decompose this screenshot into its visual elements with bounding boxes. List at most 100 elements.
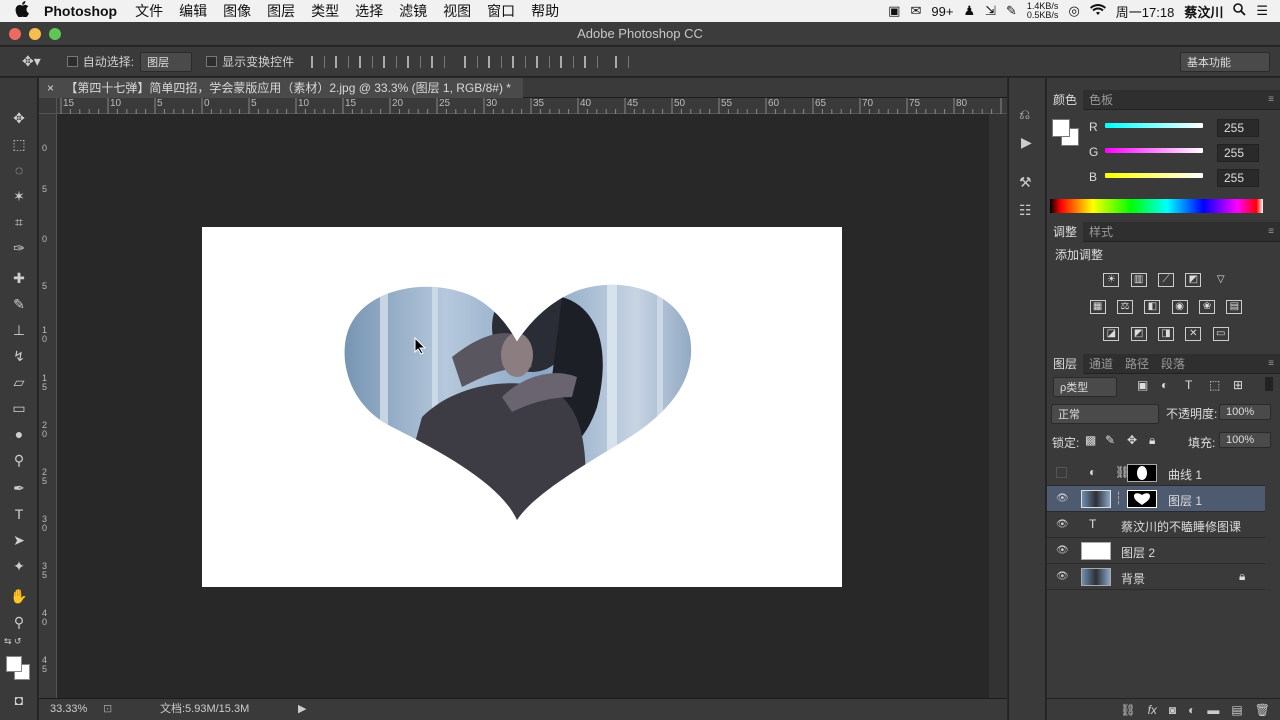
foreground-color-swatch[interactable]	[6, 656, 22, 672]
align-left-icon[interactable]	[383, 55, 398, 68]
align-hcenter-icon[interactable]	[407, 55, 422, 68]
eyedropper-tool-icon[interactable]: ✑	[8, 238, 30, 258]
workspace-dropdown[interactable]: 基本功能	[1180, 51, 1270, 72]
tool-presets-icon[interactable]: ⚒	[1019, 174, 1032, 191]
filter-smart-icon[interactable]: ⊞	[1233, 378, 1243, 392]
history-panel-icon[interactable]: ⎌	[1019, 106, 1030, 123]
status-menu-arrow-icon[interactable]: ▶	[298, 699, 306, 720]
photo-filter-icon[interactable]: ◉	[1171, 300, 1188, 314]
wifi-icon[interactable]	[1089, 3, 1106, 19]
align-right-icon[interactable]	[431, 55, 446, 68]
vibrance-icon[interactable]: ▽	[1213, 274, 1229, 288]
brush-tool-icon[interactable]: ✎	[8, 294, 30, 314]
tab-paragraph[interactable]: 段落	[1155, 355, 1191, 372]
posterize-icon[interactable]: ◩	[1130, 327, 1147, 341]
bell-icon[interactable]: ♟	[963, 3, 975, 19]
fx-icon[interactable]: fx	[1148, 703, 1157, 717]
clock[interactable]: 周一17:18	[1116, 2, 1175, 21]
distribute-right-icon[interactable]	[584, 55, 599, 68]
healing-brush-icon[interactable]: ✚	[8, 268, 30, 288]
tab-color[interactable]: 颜色	[1047, 89, 1084, 110]
actions-panel-icon[interactable]: ▶	[1021, 134, 1032, 151]
lock-position-icon[interactable]: ✥	[1127, 433, 1137, 447]
layer-mask-thumb[interactable]	[1127, 490, 1157, 508]
align-bottom-icon[interactable]	[359, 55, 374, 68]
exposure-icon[interactable]: ◩	[1185, 273, 1202, 287]
filter-adjust-icon[interactable]: ◐	[1161, 378, 1168, 392]
filter-type-icon[interactable]: T	[1185, 378, 1192, 392]
b-value[interactable]: 255	[1217, 169, 1259, 187]
menu-help[interactable]: 帮助	[531, 1, 559, 21]
b-slider[interactable]	[1105, 173, 1203, 178]
search-icon[interactable]	[1233, 3, 1246, 19]
brightness-icon[interactable]: ☀	[1103, 273, 1120, 287]
sync-icon[interactable]: ◎	[1068, 3, 1079, 19]
vertical-ruler[interactable]: 0 5 0 5 1 0 1 5 2 0 2 5 3 0 3 5 4 0 4 5	[39, 114, 57, 700]
swap-colors-icon[interactable]: ⇆ ↺	[4, 636, 22, 647]
eye-icon[interactable]: 👁︎	[1056, 545, 1069, 557]
fill-input[interactable]: 100%	[1219, 432, 1271, 448]
menu-layer[interactable]: 图层	[267, 1, 295, 21]
screen-record-icon[interactable]: ▣	[888, 3, 900, 19]
black-white-icon[interactable]: ◧	[1144, 300, 1161, 314]
panel-menu-icon[interactable]: ≡	[1262, 226, 1280, 237]
close-window-button[interactable]	[9, 28, 21, 40]
tab-layers[interactable]: 图层	[1047, 353, 1084, 374]
apple-icon[interactable]	[0, 1, 44, 21]
auto-select-checkbox[interactable]	[66, 56, 78, 67]
menu-view[interactable]: 视图	[443, 1, 471, 21]
layer-thumb[interactable]	[1081, 568, 1111, 586]
lock-image-icon[interactable]: ✎	[1105, 433, 1115, 447]
user-name[interactable]: 蔡汶川	[1184, 2, 1223, 21]
wechat-icon[interactable]: ✉	[910, 3, 921, 19]
vertical-scrollbar[interactable]	[989, 114, 1007, 698]
opacity-input[interactable]: 100%	[1219, 404, 1271, 420]
filter-pixel-icon[interactable]: ▣	[1137, 378, 1148, 392]
tab-adjustments[interactable]: 调整	[1047, 221, 1084, 242]
zoom-level[interactable]: 33.33%	[50, 699, 87, 720]
ruler-corner[interactable]	[39, 98, 57, 114]
filter-shape-icon[interactable]: ⬚	[1209, 378, 1220, 392]
horizontal-ruler[interactable]: 15 10 5 0 5 10 15 20 25 30 35 40 45 50 5…	[57, 98, 1007, 114]
hue-saturation-icon[interactable]: ▦	[1089, 300, 1106, 314]
status-preview-icon[interactable]: ⊡	[103, 699, 112, 720]
add-mask-icon[interactable]: ◙	[1169, 703, 1176, 717]
menu-file[interactable]: 文件	[135, 1, 163, 21]
link-layers-icon[interactable]: ⛓	[1120, 703, 1135, 717]
minimize-window-button[interactable]	[29, 28, 41, 40]
layer-thumb[interactable]	[1081, 490, 1111, 508]
shape-tool-icon[interactable]: ✦	[8, 556, 30, 576]
panel-menu-icon[interactable]: ≡	[1262, 94, 1280, 105]
channel-mixer-icon[interactable]: ❀	[1199, 300, 1216, 314]
history-brush-icon[interactable]: ↯	[8, 346, 30, 366]
crop-tool-icon[interactable]: ⌗	[8, 212, 30, 232]
gradient-tool-icon[interactable]: ▭	[8, 398, 30, 418]
show-transform-checkbox[interactable]	[206, 56, 218, 67]
blur-tool-icon[interactable]: ●	[8, 424, 30, 444]
levels-icon[interactable]: ▥	[1130, 273, 1147, 287]
app-name[interactable]: Photoshop	[44, 3, 117, 19]
layer-row[interactable]: 👁︎ 图层 2	[1047, 538, 1265, 564]
new-group-icon[interactable]: ▬	[1207, 703, 1219, 717]
list-icon[interactable]: ☰	[1256, 3, 1268, 19]
align-vcenter-icon[interactable]	[335, 55, 350, 68]
color-balance-icon[interactable]: ⚖	[1116, 300, 1133, 314]
filter-toggle[interactable]	[1265, 377, 1273, 391]
layer-thumb[interactable]	[1081, 542, 1111, 560]
selective-color-icon[interactable]: ✕	[1185, 327, 1202, 341]
dodge-tool-icon[interactable]: ⚲	[8, 450, 30, 470]
brush-icon[interactable]: ✎	[1006, 3, 1017, 19]
marquee-tool-icon[interactable]: ⬚	[8, 134, 30, 154]
invert-icon[interactable]: ◪	[1103, 327, 1120, 341]
distribute-left-icon[interactable]	[536, 55, 551, 68]
color-lookup-icon[interactable]: ▤	[1226, 300, 1243, 314]
close-tab-icon[interactable]: ×	[47, 81, 54, 95]
tab-swatches[interactable]: 色板	[1083, 91, 1119, 108]
menu-filter[interactable]: 滤镜	[399, 1, 427, 21]
gradient-map-icon[interactable]: ▭	[1212, 327, 1229, 341]
airplay-icon[interactable]: ⇲	[985, 3, 996, 19]
lock-transparent-icon[interactable]: ▩	[1085, 433, 1096, 447]
menu-type[interactable]: 类型	[311, 1, 339, 21]
mask-link-icon[interactable]: ┆	[1115, 491, 1122, 505]
distribute-hcenter-icon[interactable]	[560, 55, 575, 68]
